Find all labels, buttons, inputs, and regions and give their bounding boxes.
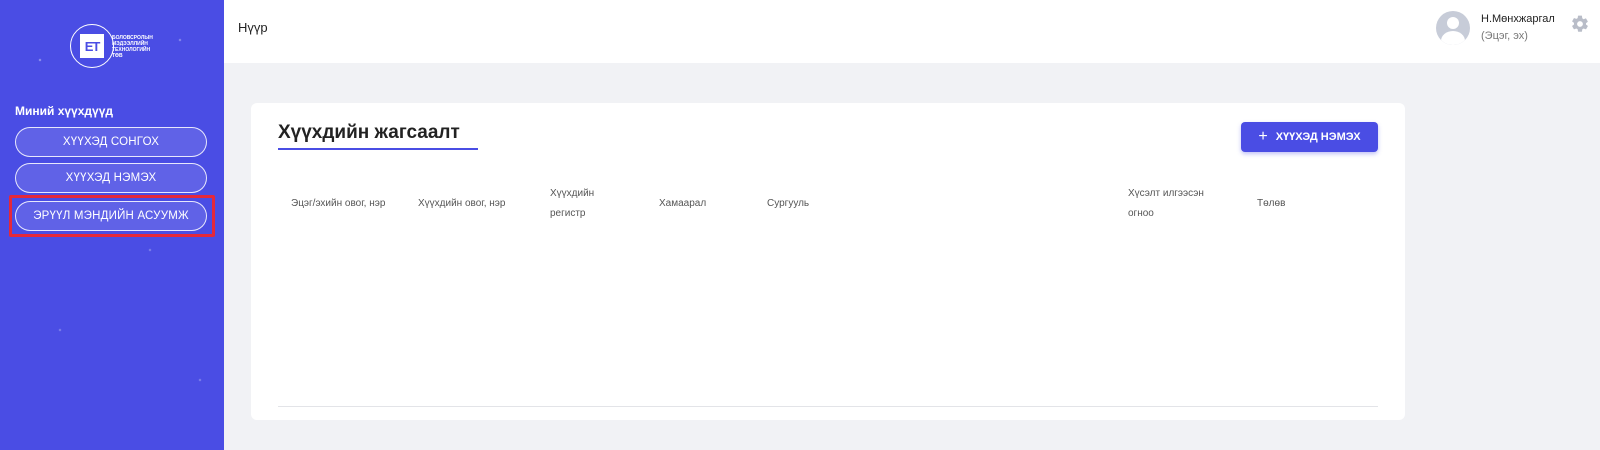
column-header-child-name[interactable]: Хүүхдийн овог, нэр bbox=[418, 194, 505, 214]
user-name: Н.Мөнхжаргал bbox=[1481, 13, 1555, 25]
logo[interactable]: ЕТ БОЛОВСРОЛЫН МЭДЭЭЛЛИЙН ТЕХНОЛОГИЙН ТӨ… bbox=[70, 24, 154, 70]
avatar-icon[interactable] bbox=[1436, 11, 1470, 45]
add-child-button-label: ХҮҮХЭД НЭМЭХ bbox=[1275, 131, 1361, 143]
user-role: (Эцэг, эх) bbox=[1481, 30, 1528, 42]
card-title: Хүүхдийн жагсаалт bbox=[278, 122, 460, 143]
logo-text: БОЛОВСРОЛЫН МЭДЭЭЛЛИЙН ТЕХНОЛОГИЙН ТӨВ bbox=[112, 35, 153, 59]
logo-mark: ЕТ bbox=[80, 34, 104, 58]
column-header-parent-name[interactable]: Эцэг/эхийн овог, нэр bbox=[291, 194, 385, 214]
column-header-request-date[interactable]: Хүсэлт илгээсэн огноо bbox=[1128, 184, 1204, 224]
column-header-relation[interactable]: Хамаарал bbox=[659, 194, 706, 214]
gear-icon[interactable] bbox=[1570, 14, 1590, 34]
top-header: Нүүр Н.Мөнхжаргал (Эцэг, эх) bbox=[224, 0, 1600, 63]
sidebar-item-select-child[interactable]: ХҮҮХЭД СОНГОХ bbox=[15, 127, 207, 157]
children-list-card: Хүүхдийн жагсаалт + ХҮҮХЭД НЭМЭХ Эцэг/эх… bbox=[251, 103, 1405, 420]
sidebar-section-title: Миний хүүхдүүд bbox=[15, 104, 113, 118]
plus-icon: + bbox=[1258, 128, 1268, 145]
page-title: Нүүр bbox=[238, 20, 268, 35]
table-divider bbox=[278, 406, 1378, 407]
sidebar: ЕТ БОЛОВСРОЛЫН МЭДЭЭЛЛИЙН ТЕХНОЛОГИЙН ТӨ… bbox=[0, 0, 224, 450]
sidebar-item-health-survey[interactable]: ЭРҮҮЛ МЭНДИЙН АСУУМЖ bbox=[15, 201, 207, 231]
sidebar-item-add-child[interactable]: ХҮҮХЭД НЭМЭХ bbox=[15, 163, 207, 193]
column-header-child-register[interactable]: Хүүхдийн регистр bbox=[550, 184, 594, 224]
title-underline bbox=[278, 148, 478, 150]
column-header-school[interactable]: Сургууль bbox=[767, 194, 809, 214]
logo-emblem-icon: ЕТ bbox=[70, 24, 114, 68]
add-child-button[interactable]: + ХҮҮХЭД НЭМЭХ bbox=[1241, 122, 1378, 152]
column-header-status[interactable]: Төлөв bbox=[1257, 194, 1285, 214]
